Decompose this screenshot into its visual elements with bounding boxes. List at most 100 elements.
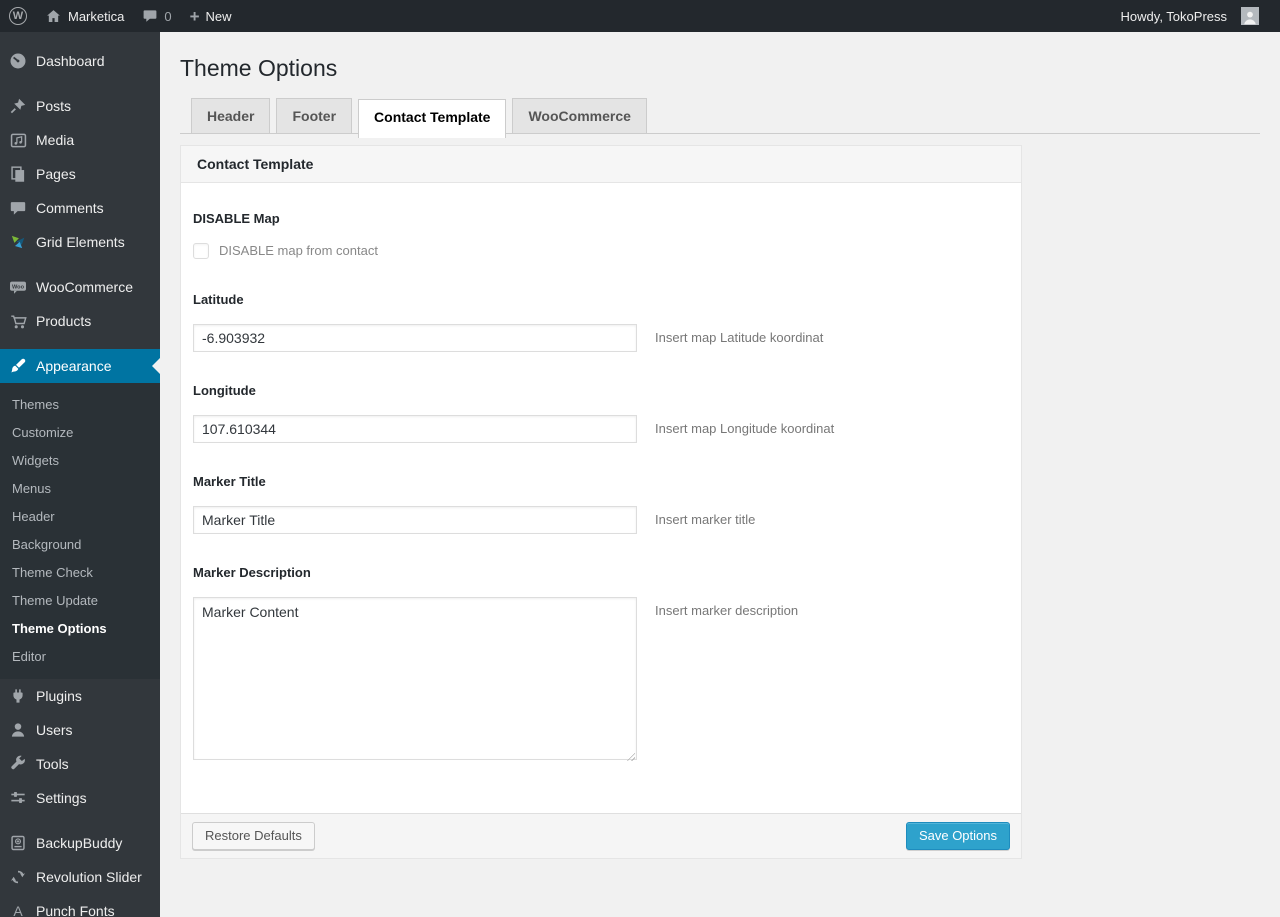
submenu-item-theme-check[interactable]: Theme Check bbox=[0, 558, 160, 586]
plus-icon: + bbox=[189, 6, 200, 26]
menu-separator bbox=[0, 78, 160, 89]
sidebar-item-label: Settings bbox=[36, 790, 87, 806]
home-icon bbox=[47, 9, 60, 22]
marker-description-help-text: Insert marker description bbox=[655, 602, 799, 618]
wrench-icon bbox=[8, 754, 28, 774]
sidebar-item-media[interactable]: Media bbox=[0, 123, 160, 157]
save-options-button[interactable]: Save Options bbox=[905, 821, 1010, 850]
sidebar-item-tools[interactable]: Tools bbox=[0, 747, 160, 781]
marker-description-textarea[interactable]: Marker Content bbox=[193, 596, 637, 760]
sidebar-item-pages[interactable]: Pages bbox=[0, 157, 160, 191]
sidebar-item-label: Users bbox=[36, 722, 73, 738]
field-marker-description: Marker Description Marker Content Insert… bbox=[193, 565, 1001, 765]
submenu-item-menus[interactable]: Menus bbox=[0, 474, 160, 502]
howdy-text: Howdy, TokoPress bbox=[1120, 8, 1227, 24]
admin-bar-comments[interactable]: 0 bbox=[133, 0, 180, 32]
disable-map-checkbox-row[interactable]: DISABLE map from contact bbox=[193, 242, 1001, 259]
sidebar-item-plugins[interactable]: Plugins bbox=[0, 679, 160, 713]
new-content-button[interactable]: + New bbox=[181, 0, 241, 32]
panel-title: Contact Template bbox=[181, 145, 1021, 183]
restore-defaults-button[interactable]: Restore Defaults bbox=[192, 821, 315, 850]
main-content: Theme Options Header Footer Contact Temp… bbox=[160, 32, 1280, 917]
pages-icon bbox=[8, 164, 28, 184]
comment-bubble-icon bbox=[143, 10, 157, 22]
dashboard-icon bbox=[8, 51, 28, 71]
woocommerce-icon: Woo bbox=[8, 277, 28, 297]
sidebar-item-label: Products bbox=[36, 313, 92, 329]
user-icon bbox=[8, 720, 28, 740]
sidebar-item-label: Media bbox=[36, 132, 75, 148]
marker-title-help-text: Insert marker title bbox=[655, 511, 756, 527]
tab-header[interactable]: Header bbox=[191, 97, 271, 133]
disable-map-checkbox[interactable] bbox=[193, 242, 209, 259]
sidebar-item-label: Plugins bbox=[36, 688, 82, 704]
tab-woocommerce[interactable]: WooCommerce bbox=[512, 97, 647, 133]
disable-map-checkbox-label: DISABLE map from contact bbox=[219, 243, 378, 259]
submenu-item-editor[interactable]: Editor bbox=[0, 642, 160, 670]
sidebar-item-posts[interactable]: Posts bbox=[0, 89, 160, 123]
settings-icon bbox=[8, 788, 28, 808]
comments-icon bbox=[8, 198, 28, 218]
submenu-item-theme-update[interactable]: Theme Update bbox=[0, 586, 160, 614]
submenu-item-themes[interactable]: Themes bbox=[0, 390, 160, 418]
sidebar-item-label: Tools bbox=[36, 756, 69, 772]
sidebar-item-users[interactable]: Users bbox=[0, 713, 160, 747]
submenu-item-customize[interactable]: Customize bbox=[0, 418, 160, 446]
sidebar-item-appearance[interactable]: Appearance bbox=[0, 349, 160, 383]
avatar bbox=[1241, 7, 1259, 25]
sidebar-item-dashboard[interactable]: Dashboard bbox=[0, 44, 160, 78]
sidebar-item-backupbuddy[interactable]: BackupBuddy bbox=[0, 826, 160, 860]
menu-separator bbox=[0, 259, 160, 270]
marker-description-label: Marker Description bbox=[193, 564, 311, 580]
panel-footer: Restore Defaults Save Options bbox=[181, 812, 1021, 858]
longitude-input[interactable] bbox=[193, 414, 637, 443]
page-title: Theme Options bbox=[180, 55, 338, 81]
backup-drive-icon bbox=[8, 833, 28, 853]
panel-body: DISABLE Map DISABLE map from contact Lat… bbox=[181, 183, 1021, 813]
field-longitude: Longitude Insert map Longitude koordinat bbox=[193, 383, 1001, 443]
menu-separator bbox=[0, 338, 160, 349]
field-marker-title: Marker Title Insert marker title bbox=[193, 474, 1001, 534]
sidebar-item-label: Appearance bbox=[36, 358, 112, 374]
latitude-input[interactable] bbox=[193, 323, 637, 352]
sidebar-item-punch-fonts[interactable]: A Punch Fonts bbox=[0, 894, 160, 917]
latitude-help-text: Insert map Latitude koordinat bbox=[655, 329, 824, 345]
cart-icon bbox=[8, 311, 28, 331]
sidebar-item-label: Comments bbox=[36, 200, 104, 216]
field-disable-map: DISABLE Map DISABLE map from contact bbox=[193, 211, 1001, 259]
sidebar-item-comments[interactable]: Comments bbox=[0, 191, 160, 225]
sidebar-item-settings[interactable]: Settings bbox=[0, 781, 160, 815]
tab-contact-template[interactable]: Contact Template bbox=[358, 98, 507, 138]
new-label: New bbox=[205, 8, 232, 24]
wordpress-logo-menu[interactable]: W bbox=[0, 0, 36, 32]
longitude-label: Longitude bbox=[193, 382, 256, 398]
site-name-link[interactable]: Marketica bbox=[36, 0, 133, 32]
wordpress-logo-icon: W bbox=[9, 7, 27, 25]
contact-template-panel: Contact Template DISABLE Map DISABLE map… bbox=[180, 144, 1022, 859]
site-name-label: Marketica bbox=[68, 8, 125, 24]
disable-map-label: DISABLE Map bbox=[193, 210, 280, 226]
sidebar-item-products[interactable]: Products bbox=[0, 304, 160, 338]
sidebar-item-label: Posts bbox=[36, 98, 72, 114]
sidebar-item-label: WooCommerce bbox=[36, 279, 133, 295]
submenu-item-background[interactable]: Background bbox=[0, 530, 160, 558]
sidebar-item-grid-elements[interactable]: Grid Elements bbox=[0, 225, 160, 259]
sidebar-item-label: Punch Fonts bbox=[36, 903, 115, 917]
sidebar-item-revolution-slider[interactable]: Revolution Slider bbox=[0, 860, 160, 894]
submenu-item-theme-options[interactable]: Theme Options bbox=[0, 614, 160, 642]
sidebar-item-label: Pages bbox=[36, 166, 76, 182]
tab-footer[interactable]: Footer bbox=[276, 97, 353, 133]
marker-title-label: Marker Title bbox=[193, 473, 266, 489]
account-menu[interactable]: Howdy, TokoPress bbox=[1112, 0, 1268, 32]
menu-separator bbox=[0, 815, 160, 826]
comment-count: 0 bbox=[164, 8, 172, 24]
svg-text:Woo: Woo bbox=[12, 285, 25, 291]
plug-icon bbox=[8, 686, 28, 706]
longitude-help-text: Insert map Longitude koordinat bbox=[655, 420, 835, 436]
marker-title-input[interactable] bbox=[193, 505, 637, 534]
latitude-label: Latitude bbox=[193, 291, 244, 307]
sidebar-item-woocommerce[interactable]: Woo WooCommerce bbox=[0, 270, 160, 304]
submenu-item-widgets[interactable]: Widgets bbox=[0, 446, 160, 474]
submenu-item-header[interactable]: Header bbox=[0, 502, 160, 530]
tab-bar: Header Footer Contact Template WooCommer… bbox=[180, 97, 1260, 138]
